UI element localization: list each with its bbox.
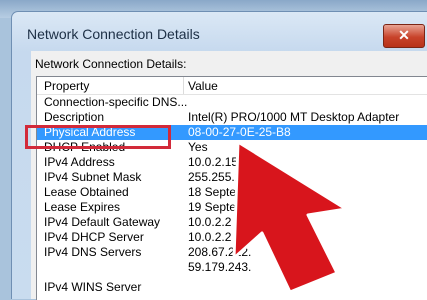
red-arrow-icon	[232, 140, 348, 294]
